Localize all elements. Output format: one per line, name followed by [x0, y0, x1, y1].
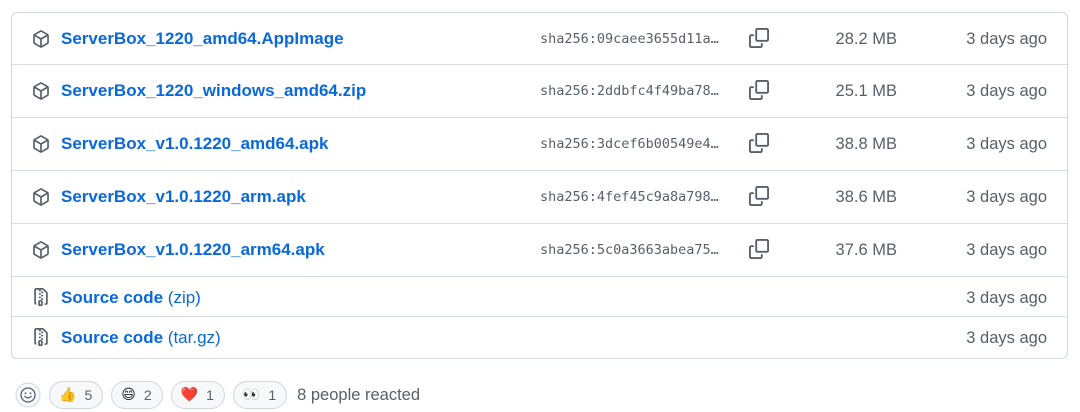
- asset-link[interactable]: ServerBox_v1.0.1220_amd64.apk: [61, 134, 328, 154]
- reaction-count: 5: [84, 387, 93, 403]
- source-code-format: (tar.gz): [167, 328, 221, 347]
- copy-icon[interactable]: [749, 80, 769, 100]
- source-code-format: (zip): [167, 288, 201, 307]
- asset-link[interactable]: ServerBox_v1.0.1220_arm64.apk: [61, 240, 325, 260]
- asset-row: ServerBox_1220_windows_amd64.zip sha256:…: [12, 65, 1067, 118]
- package-icon: [33, 30, 49, 48]
- reaction-laugh[interactable]: 😄 2: [111, 381, 163, 409]
- copy-icon[interactable]: [749, 28, 769, 48]
- source-date: 3 days ago: [966, 289, 1047, 307]
- file-zip-icon: [34, 328, 48, 346]
- asset-date: 3 days ago: [966, 135, 1047, 153]
- package-icon: [33, 82, 49, 100]
- package-icon: [33, 241, 49, 259]
- reactions-bar: 👍 5 😄 2 ❤️ 1 👀 1 8 people reacted: [15, 380, 420, 410]
- source-code-row: Source code (zip) 3 days ago: [12, 277, 1067, 317]
- copy-icon[interactable]: [749, 133, 769, 153]
- reaction-count: 1: [206, 387, 214, 403]
- asset-row: ServerBox_v1.0.1220_arm.apk sha256:4fef4…: [12, 171, 1067, 224]
- source-code-label: Source code: [61, 328, 164, 347]
- asset-date: 3 days ago: [966, 82, 1047, 100]
- package-icon: [33, 188, 49, 206]
- reaction-thumbs-up[interactable]: 👍 5: [49, 381, 104, 409]
- asset-size: 28.2 MB: [835, 30, 897, 48]
- reaction-count: 1: [268, 387, 277, 403]
- asset-date: 3 days ago: [966, 241, 1047, 259]
- reaction-count: 2: [143, 387, 152, 403]
- asset-size: 38.8 MB: [835, 135, 897, 153]
- asset-sha: sha256:3dcef6b00549e4…: [540, 136, 719, 152]
- asset-row: ServerBox_1220_amd64.AppImage sha256:09c…: [12, 13, 1067, 65]
- asset-row: ServerBox_v1.0.1220_arm64.apk sha256:5c0…: [12, 224, 1067, 277]
- source-date: 3 days ago: [966, 329, 1047, 347]
- asset-sha: sha256:09caee3655d11a…: [540, 31, 719, 47]
- source-code-row: Source code (tar.gz) 3 days ago: [12, 317, 1067, 357]
- asset-sha: sha256:5c0a3663abea75…: [540, 242, 719, 258]
- asset-size: 37.6 MB: [835, 241, 897, 259]
- copy-icon[interactable]: [749, 239, 769, 259]
- reaction-heart[interactable]: ❤️ 1: [170, 381, 225, 409]
- asset-link[interactable]: ServerBox_1220_windows_amd64.zip: [61, 81, 366, 101]
- package-icon: [33, 135, 49, 153]
- source-code-label: Source code: [61, 288, 164, 307]
- reaction-eyes[interactable]: 👀 1: [232, 381, 288, 409]
- asset-date: 3 days ago: [966, 30, 1047, 48]
- release-assets-list: ServerBox_1220_amd64.AppImage sha256:09c…: [11, 12, 1068, 359]
- source-code-link[interactable]: Source code (zip): [61, 288, 201, 308]
- eyes-icon: 👀: [242, 387, 261, 403]
- asset-size: 25.1 MB: [835, 82, 897, 100]
- heart-icon: ❤️: [180, 387, 199, 403]
- asset-sha: sha256:4fef45c9a8a798…: [540, 189, 719, 205]
- laugh-icon: 😄: [121, 387, 136, 403]
- smiley-icon[interactable]: [15, 382, 41, 408]
- source-code-link[interactable]: Source code (tar.gz): [61, 328, 221, 348]
- file-zip-icon: [34, 288, 48, 306]
- reactions-summary: 8 people reacted: [297, 385, 421, 404]
- asset-link[interactable]: ServerBox_1220_amd64.AppImage: [61, 29, 344, 49]
- asset-link[interactable]: ServerBox_v1.0.1220_arm.apk: [61, 187, 306, 207]
- thumbs-up-icon: 👍: [59, 387, 77, 403]
- asset-size: 38.6 MB: [835, 188, 897, 206]
- copy-icon[interactable]: [749, 186, 769, 206]
- asset-sha: sha256:2ddbfc4f49ba78…: [540, 83, 719, 99]
- asset-row: ServerBox_v1.0.1220_amd64.apk sha256:3dc…: [12, 118, 1067, 171]
- asset-date: 3 days ago: [966, 188, 1047, 206]
